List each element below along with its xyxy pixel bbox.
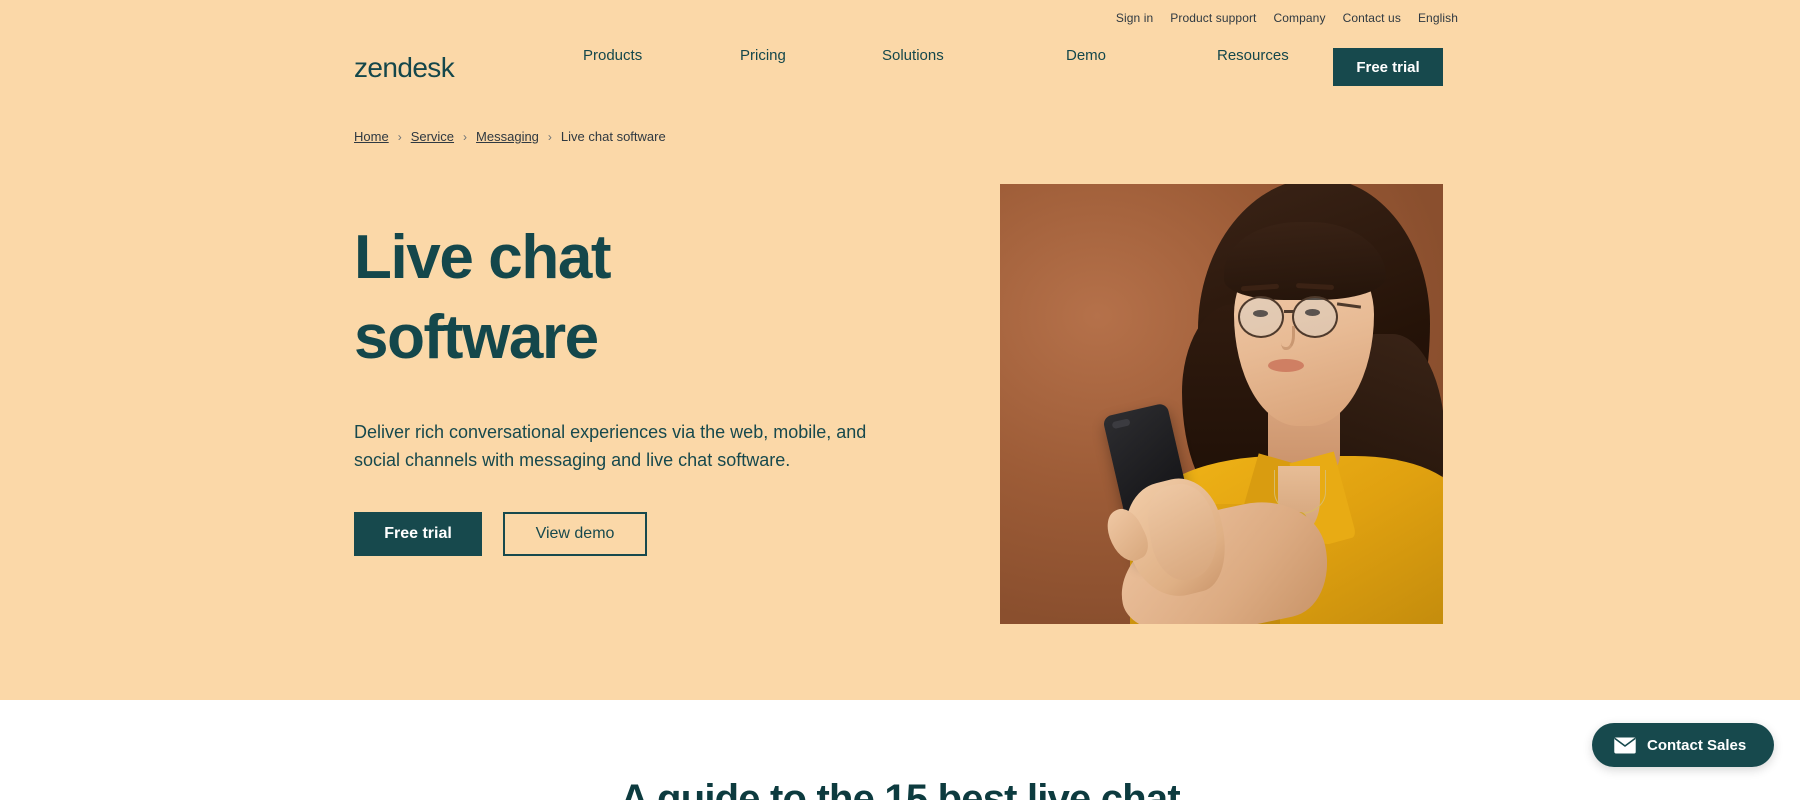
zendesk-logo[interactable]: zendesk — [354, 52, 455, 84]
utility-nav: Sign in Product support Company Contact … — [1116, 10, 1458, 26]
chevron-right-icon: › — [547, 130, 552, 144]
photo-lips — [1268, 359, 1304, 372]
main-navigation: zendesk Products Pricing Solutions Demo … — [0, 38, 1800, 98]
breadcrumb-item-service[interactable]: Service — [411, 128, 454, 146]
utility-link-language[interactable]: English — [1418, 10, 1458, 26]
breadcrumb-item-home[interactable]: Home — [354, 128, 389, 146]
utility-link-contact-us[interactable]: Contact us — [1343, 10, 1401, 26]
glasses-icon — [1238, 296, 1284, 338]
breadcrumb-item-current: Live chat software — [560, 129, 666, 144]
chevron-right-icon: › — [463, 130, 468, 144]
nav-item-solutions[interactable]: Solutions — [882, 44, 944, 68]
breadcrumb: Home › Service › Messaging › Live chat s… — [354, 128, 666, 146]
photo-glasses-bridge — [1284, 310, 1294, 313]
utility-link-product-support[interactable]: Product support — [1170, 10, 1256, 26]
nav-item-products[interactable]: Products — [583, 44, 642, 68]
hero-copy: Live chat software Deliver rich conversa… — [354, 218, 914, 556]
hero-subtitle: Deliver rich conversational experiences … — [354, 422, 867, 470]
glasses-icon — [1292, 296, 1338, 338]
utility-link-sign-in[interactable]: Sign in — [1116, 10, 1153, 26]
contact-sales-button[interactable]: Contact Sales — [1592, 723, 1774, 767]
page-title: Live chat software — [354, 223, 612, 372]
hero-cta-group: Free trial View demo — [354, 512, 914, 556]
mail-icon — [1614, 737, 1636, 753]
nav-item-resources[interactable]: Resources — [1217, 44, 1289, 68]
nav-item-demo[interactable]: Demo — [1066, 44, 1106, 68]
nav-item-pricing[interactable]: Pricing — [740, 44, 786, 68]
utility-link-company[interactable]: Company — [1274, 10, 1326, 26]
next-section-heading: A guide to the 15 best live chat — [620, 777, 1181, 800]
nav-free-trial-button[interactable]: Free trial — [1333, 48, 1443, 86]
hero-image — [1000, 184, 1443, 624]
hero-photo-backdrop — [1000, 184, 1443, 624]
photo-phone-camera — [1111, 418, 1131, 430]
contact-sales-label: Contact Sales — [1647, 736, 1747, 754]
hero-view-demo-button[interactable]: View demo — [503, 512, 647, 556]
breadcrumb-item-messaging[interactable]: Messaging — [476, 128, 539, 146]
hero-free-trial-button[interactable]: Free trial — [354, 512, 482, 556]
chevron-right-icon: › — [397, 130, 402, 144]
